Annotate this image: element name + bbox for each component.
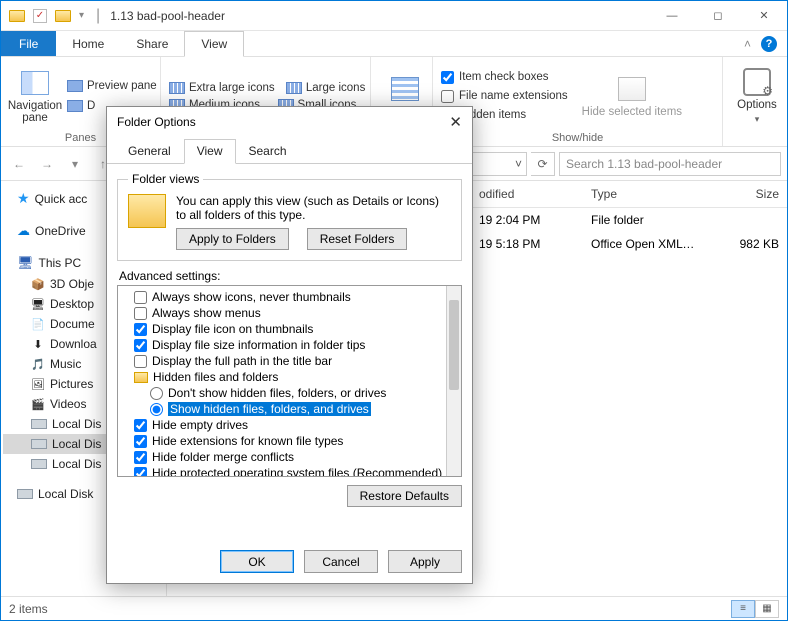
options-button[interactable]: Options▾ [731,61,783,131]
checkbox-option[interactable] [134,339,147,352]
large-icons-icon [286,82,302,94]
dialog-close-button[interactable]: ✕ [449,113,462,131]
extra-large-icons-icon [169,82,185,94]
maximize-button[interactable]: ◻ [695,1,741,31]
options-gear-icon [743,68,771,96]
dialog-tab-general[interactable]: General [115,139,184,163]
help-icon[interactable]: ? [761,36,777,52]
checkbox-option[interactable] [134,419,147,432]
ribbon-collapse-icon[interactable]: ˄ [744,37,751,51]
search-input[interactable]: Search 1.13 bad-pool-header [559,152,781,176]
refresh-button[interactable]: ⟳ [531,152,555,176]
hide-selected-items-button[interactable]: Hide selected items [582,61,682,131]
star-icon: ★ [17,190,30,207]
advanced-setting-item[interactable]: Always show icons, never thumbnails [122,289,442,305]
large-icons-view-button[interactable]: ▦ [755,600,779,618]
drive-icon [31,439,47,449]
preview-pane-icon [67,80,83,92]
minimize-button[interactable]: — [649,1,695,31]
recent-locations-button[interactable]: ▾ [63,152,87,176]
hide-selected-icon [618,77,646,101]
apply-button[interactable]: Apply [388,550,462,573]
folder-type-icon: 🎵 [31,358,45,370]
back-button[interactable]: ← [7,152,31,176]
dialog-title: Folder Options [117,115,196,129]
folder-type-icon: 🖥 [31,298,45,310]
sort-icon [391,77,419,101]
column-size[interactable]: Size [703,181,787,207]
restore-defaults-button[interactable]: Restore Defaults [347,485,462,507]
checkbox-option[interactable] [134,451,147,464]
advanced-setting-item[interactable]: Hidden files and folders [122,369,442,385]
advanced-settings-list[interactable]: Always show icons, never thumbnailsAlway… [117,285,462,477]
folder-views-icon [128,194,166,228]
checkbox-option[interactable] [134,307,147,320]
advanced-setting-item[interactable]: Hide folder merge conflicts [122,449,442,465]
navigation-pane-icon [21,71,49,95]
folder-type-icon: ⬇ [31,338,45,350]
status-bar: 2 items ≡ ▦ [1,596,787,620]
dialog-tab-view[interactable]: View [184,139,236,164]
forward-button[interactable]: → [35,152,59,176]
advanced-setting-item[interactable]: Display the full path in the title bar [122,353,442,369]
column-type[interactable]: Type [583,181,703,207]
layout-extra-large[interactable]: Extra large icons [189,82,275,94]
tab-view[interactable]: View [184,31,244,57]
folder-views-group: Folder views You can apply this view (su… [117,172,462,261]
folder-type-icon: 🎬 [31,398,45,410]
apply-to-folders-button[interactable]: Apply to Folders [176,228,289,250]
advanced-setting-item[interactable]: Hide extensions for known file types [122,433,442,449]
drive-icon [31,459,47,469]
item-count: 2 items [9,602,48,616]
qat-open-icon[interactable] [55,10,71,22]
navigation-pane-button[interactable]: Navigation pane [9,61,61,131]
layout-large[interactable]: Large icons [306,82,365,94]
drive-icon [17,489,33,499]
advanced-setting-item[interactable]: Don't show hidden files, folders, or dri… [122,385,442,401]
checkbox-option[interactable] [134,435,147,448]
item-check-boxes-toggle[interactable]: Item check boxes [441,71,568,84]
advanced-setting-item[interactable]: Show hidden files, folders, and drives [122,401,442,417]
close-button[interactable]: ✕ [741,1,787,31]
folder-icon [134,372,148,383]
advanced-setting-item[interactable]: Always show menus [122,305,442,321]
cancel-button[interactable]: Cancel [304,550,378,573]
advanced-setting-item[interactable]: Hide protected operating system files (R… [122,465,442,477]
radio-option[interactable] [150,387,163,400]
advanced-setting-item[interactable]: Hide empty drives [122,417,442,433]
column-date-modified[interactable]: odified [471,181,583,207]
preview-pane-button[interactable]: Preview pane [67,80,157,92]
pc-icon: 🖥 [17,255,34,271]
folder-options-dialog: Folder Options ✕ General View Search Fol… [106,106,473,584]
tab-share[interactable]: Share [120,31,184,56]
checkbox-option[interactable] [134,467,147,478]
window-title: 1.13 bad-pool-header [104,9,225,23]
tab-home[interactable]: Home [56,31,120,56]
checkbox-option[interactable] [134,291,147,304]
reset-folders-button[interactable]: Reset Folders [307,228,408,250]
drive-icon [31,419,47,429]
folder-type-icon: 📦 [31,278,45,290]
folder-type-icon: 📄 [31,318,45,330]
titlebar: ✓ ▾ | 1.13 bad-pool-header — ◻ ✕ [1,1,787,31]
qat-properties-icon[interactable]: ✓ [33,9,47,23]
folder-icon [9,10,25,22]
advanced-setting-item[interactable]: Display file size information in folder … [122,337,442,353]
ok-button[interactable]: OK [220,550,294,573]
details-pane-icon [67,100,83,112]
checkbox-option[interactable] [134,355,147,368]
folder-type-icon: 🖼 [31,378,45,390]
file-name-extensions-toggle[interactable]: File name extensions [441,90,568,103]
scrollbar[interactable] [446,286,461,476]
radio-option[interactable] [150,403,163,416]
advanced-setting-item[interactable]: Display file icon on thumbnails [122,321,442,337]
tab-file[interactable]: File [1,31,56,56]
qat-dropdown-icon[interactable]: ▾ [79,10,84,21]
advanced-settings-label: Advanced settings: [107,269,472,285]
checkbox-option[interactable] [134,323,147,336]
dialog-tab-search[interactable]: Search [236,139,300,163]
cloud-icon: ☁ [17,223,30,239]
details-view-button[interactable]: ≡ [731,600,755,618]
ribbon-tabs: File Home Share View ˄ ? [1,31,787,57]
